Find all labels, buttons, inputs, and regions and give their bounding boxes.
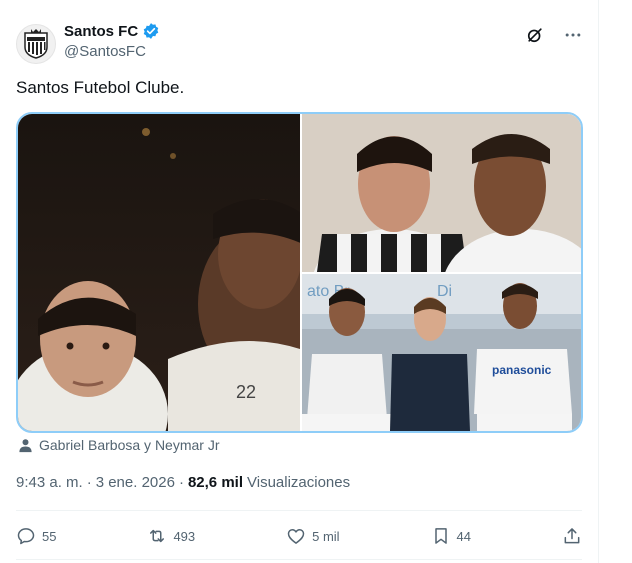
top-actions (524, 24, 584, 46)
santos-crest-icon (24, 29, 48, 59)
photo-top-right[interactable] (302, 114, 581, 272)
more-icon[interactable] (562, 24, 584, 46)
share-button[interactable] (562, 526, 582, 546)
name-row: Santos FC (64, 22, 160, 40)
repost-count: 493 (173, 528, 196, 544)
meta-separator: · (178, 474, 184, 491)
tweet-meta: 9:43 a. m. · 3 ene. 2026 · 82,6 mil Visu… (16, 474, 350, 491)
photo-left[interactable]: 22 (18, 114, 300, 431)
display-name[interactable]: Santos FC (64, 23, 138, 40)
tweet-time[interactable]: 9:43 a. m. (16, 474, 83, 491)
like-button[interactable]: 5 mil (286, 526, 340, 546)
column-divider (598, 0, 599, 563)
svg-text:Di: Di (437, 283, 452, 300)
tagged-users-row[interactable]: Gabriel Barbosa y Neymar Jr (18, 437, 220, 453)
media-grid: 22 ato Br Di panasonic (16, 112, 583, 433)
handle[interactable]: @SantosFC (64, 43, 146, 60)
tweet-text: Santos Futebol Clube. (16, 78, 185, 97)
share-icon (564, 528, 580, 544)
divider (16, 559, 582, 560)
svg-text:panasonic: panasonic (492, 363, 552, 377)
views-count: 82,6 mil (187, 474, 243, 491)
grok-icon[interactable] (524, 24, 546, 46)
reply-count: 55 (42, 528, 57, 544)
person-icon (19, 438, 32, 452)
bookmark-count: 44 (456, 528, 471, 544)
tweet-date[interactable]: 3 ene. 2026 (96, 474, 175, 491)
divider (16, 510, 582, 511)
views-label: Visualizaciones (247, 474, 351, 491)
repost-icon (150, 529, 165, 543)
photo-bottom-right[interactable]: ato Br Di panasonic (302, 274, 581, 431)
like-icon (287, 529, 305, 544)
reply-icon (17, 528, 35, 545)
like-count: 5 mil (312, 528, 340, 544)
reply-button[interactable]: 55 (16, 526, 56, 546)
avatar[interactable] (16, 24, 56, 64)
svg-text:22: 22 (236, 382, 256, 402)
verified-badge-icon (143, 23, 159, 39)
tagged-users: Gabriel Barbosa y Neymar Jr (39, 437, 220, 453)
bookmark-button[interactable]: 44 (431, 526, 471, 546)
meta-separator: · (86, 474, 92, 491)
action-bar: 55 493 5 mil 44 (16, 522, 582, 550)
bookmark-icon (434, 528, 447, 544)
repost-button[interactable]: 493 (147, 526, 195, 546)
